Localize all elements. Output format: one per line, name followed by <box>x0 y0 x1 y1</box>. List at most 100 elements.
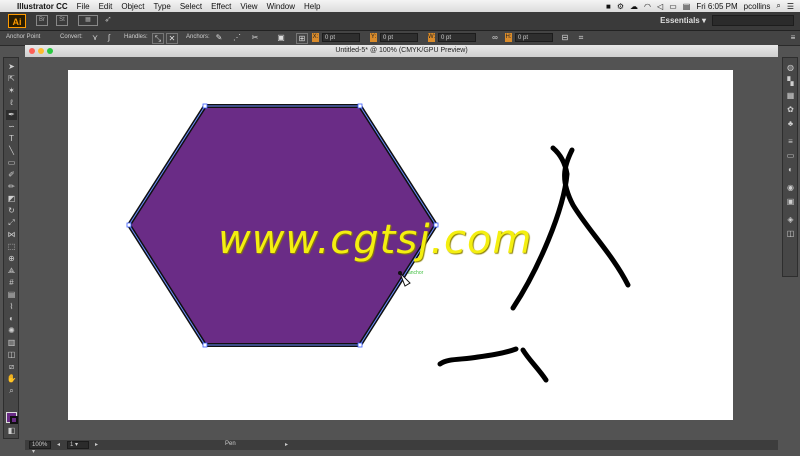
layers-panel-icon[interactable]: ◈ <box>785 214 796 225</box>
artboard-tool-icon[interactable]: ◫ <box>6 350 17 360</box>
connect-anchors-icon[interactable]: ⋰ <box>232 33 242 42</box>
magic-wand-tool-icon[interactable]: ✶ <box>6 86 17 96</box>
menu-file[interactable]: File <box>77 2 90 11</box>
arrange-documents-icon[interactable]: ▦ <box>78 15 98 26</box>
notifications-icon[interactable]: ☰ <box>787 2 794 11</box>
menu-window[interactable]: Window <box>267 2 295 11</box>
minimize-window-icon[interactable] <box>38 48 44 54</box>
free-transform-tool-icon[interactable]: ⬚ <box>6 242 17 252</box>
settings-icon[interactable]: ⚙ <box>617 2 624 11</box>
zoom-tool-icon[interactable]: ⌕ <box>6 386 17 396</box>
brushes-panel-icon[interactable]: ✿ <box>785 104 796 115</box>
x-field[interactable]: 0 pt <box>322 33 360 42</box>
user-name[interactable]: pcollins <box>744 2 771 11</box>
color-guide-panel-icon[interactable]: ▚ <box>785 76 796 87</box>
rotate-tool-icon[interactable]: ↻ <box>6 206 17 216</box>
stroke-panel-icon[interactable]: ≡ <box>785 136 796 147</box>
transparency-panel-icon[interactable]: ◐ <box>785 164 796 175</box>
menu-effect[interactable]: Effect <box>211 2 231 11</box>
menu-type[interactable]: Type <box>153 2 170 11</box>
color-panel-icon[interactable]: ◍ <box>785 62 796 73</box>
freehand-stroke[interactable] <box>437 346 519 367</box>
reference-point-icon[interactable]: ⊞ <box>296 33 308 44</box>
gradient-panel-icon[interactable]: ▭ <box>785 150 796 161</box>
clock[interactable]: Fri 6:05 PM <box>696 2 737 11</box>
constrain-proportions-icon[interactable]: ∞ <box>490 33 500 42</box>
symbol-sprayer-tool-icon[interactable]: ✺ <box>6 326 17 336</box>
previous-artboard-icon[interactable]: ◂ <box>57 441 60 448</box>
artboard-navigator[interactable]: 1 ▾ <box>67 441 89 449</box>
status-menu-icon[interactable]: ▸ <box>285 441 288 448</box>
lasso-tool-icon[interactable]: ℓ <box>6 98 17 108</box>
artboard[interactable]: www.cgtsj.com anchor <box>68 70 733 420</box>
align-icon[interactable]: ⊟ <box>560 33 570 42</box>
battery-icon[interactable]: ▭ <box>669 2 677 11</box>
cut-path-icon[interactable]: ✂ <box>250 33 260 42</box>
isolate-icon[interactable]: ▣ <box>276 33 286 42</box>
hand-tool-icon[interactable]: ✋ <box>6 374 17 384</box>
eraser-tool-icon[interactable]: ◩ <box>6 194 17 204</box>
flag-icon[interactable]: ▤ <box>683 2 691 11</box>
perspective-grid-tool-icon[interactable]: ⟁ <box>6 266 17 276</box>
selection-tool-icon[interactable]: ➤ <box>6 62 17 72</box>
current-tool-status[interactable]: Pen <box>225 441 236 447</box>
menu-edit[interactable]: Edit <box>99 2 113 11</box>
height-field[interactable]: 0 pt <box>515 33 553 42</box>
volume-icon[interactable]: ◁ <box>657 2 663 11</box>
shape-builder-tool-icon[interactable]: ⊕ <box>6 254 17 264</box>
direct-selection-tool-icon[interactable]: ⇱ <box>6 74 17 84</box>
anchor-point[interactable] <box>357 342 363 348</box>
mesh-tool-icon[interactable]: # <box>6 278 17 288</box>
camera-icon[interactable]: ■ <box>606 2 611 11</box>
control-panel-menu-icon[interactable]: ≡ <box>788 33 798 42</box>
curvature-tool-icon[interactable]: ∽ <box>6 122 17 132</box>
gradient-tool-icon[interactable]: ▤ <box>6 290 17 300</box>
hide-handles-icon[interactable]: ✕ <box>166 33 178 44</box>
width-tool-icon[interactable]: ⋈ <box>6 230 17 240</box>
document-titlebar[interactable]: Untitled-5* @ 100% (CMYK/GPU Preview) <box>25 45 778 57</box>
menu-select[interactable]: Select <box>180 2 202 11</box>
remove-anchor-icon[interactable]: ✎ <box>214 33 224 42</box>
show-handles-icon[interactable]: ⤡ <box>152 33 164 44</box>
width-field[interactable]: 0 pt <box>438 33 476 42</box>
next-artboard-icon[interactable]: ▸ <box>95 441 98 448</box>
close-window-icon[interactable] <box>29 48 35 54</box>
type-tool-icon[interactable]: T <box>6 134 17 144</box>
menu-view[interactable]: View <box>240 2 257 11</box>
pencil-tool-icon[interactable]: ✏ <box>6 182 17 192</box>
cloud-icon[interactable]: ☁ <box>630 2 638 11</box>
paintbrush-tool-icon[interactable]: ✐ <box>6 170 17 180</box>
freehand-stroke[interactable] <box>562 147 631 288</box>
anchor-point[interactable] <box>126 222 132 228</box>
menu-object[interactable]: Object <box>121 2 144 11</box>
y-field[interactable]: 0 pt <box>380 33 418 42</box>
pen-tool-icon[interactable]: ✒ <box>6 110 17 120</box>
scale-tool-icon[interactable]: ⤢ <box>6 218 17 228</box>
anchor-point[interactable] <box>357 103 363 109</box>
rectangle-tool-icon[interactable]: ▭ <box>6 158 17 168</box>
stroke-swatch[interactable] <box>10 416 18 424</box>
zoom-window-icon[interactable] <box>47 48 53 54</box>
anchor-point[interactable] <box>202 342 208 348</box>
freehand-stroke[interactable] <box>520 347 549 383</box>
menu-help[interactable]: Help <box>304 2 320 11</box>
appearance-panel-icon[interactable]: ◉ <box>785 182 796 193</box>
gpu-performance-icon[interactable]: ➶ <box>102 15 114 26</box>
blend-tool-icon[interactable]: ◐ <box>6 314 17 324</box>
slice-tool-icon[interactable]: ⧄ <box>6 362 17 372</box>
zoom-field[interactable]: 100% ▾ <box>29 441 51 455</box>
wifi-icon[interactable]: ◠ <box>644 2 651 11</box>
convert-to-corner-icon[interactable]: ⋎ <box>90 33 100 42</box>
bridge-icon[interactable]: Br <box>36 15 48 26</box>
spotlight-icon[interactable]: ⌕ <box>776 1 780 11</box>
search-input[interactable] <box>712 15 794 26</box>
column-graph-tool-icon[interactable]: ▥ <box>6 338 17 348</box>
eyedropper-tool-icon[interactable]: ⌇ <box>6 302 17 312</box>
anchor-point[interactable] <box>202 103 208 109</box>
transform-icon[interactable]: ⌗ <box>576 33 586 42</box>
swatches-panel-icon[interactable]: ▦ <box>785 90 796 101</box>
app-menu[interactable]: Illustrator CC <box>17 2 68 11</box>
artboards-panel-icon[interactable]: ◫ <box>785 228 796 239</box>
stock-icon[interactable]: St <box>56 15 68 26</box>
convert-to-smooth-icon[interactable]: ∫ <box>104 33 114 42</box>
